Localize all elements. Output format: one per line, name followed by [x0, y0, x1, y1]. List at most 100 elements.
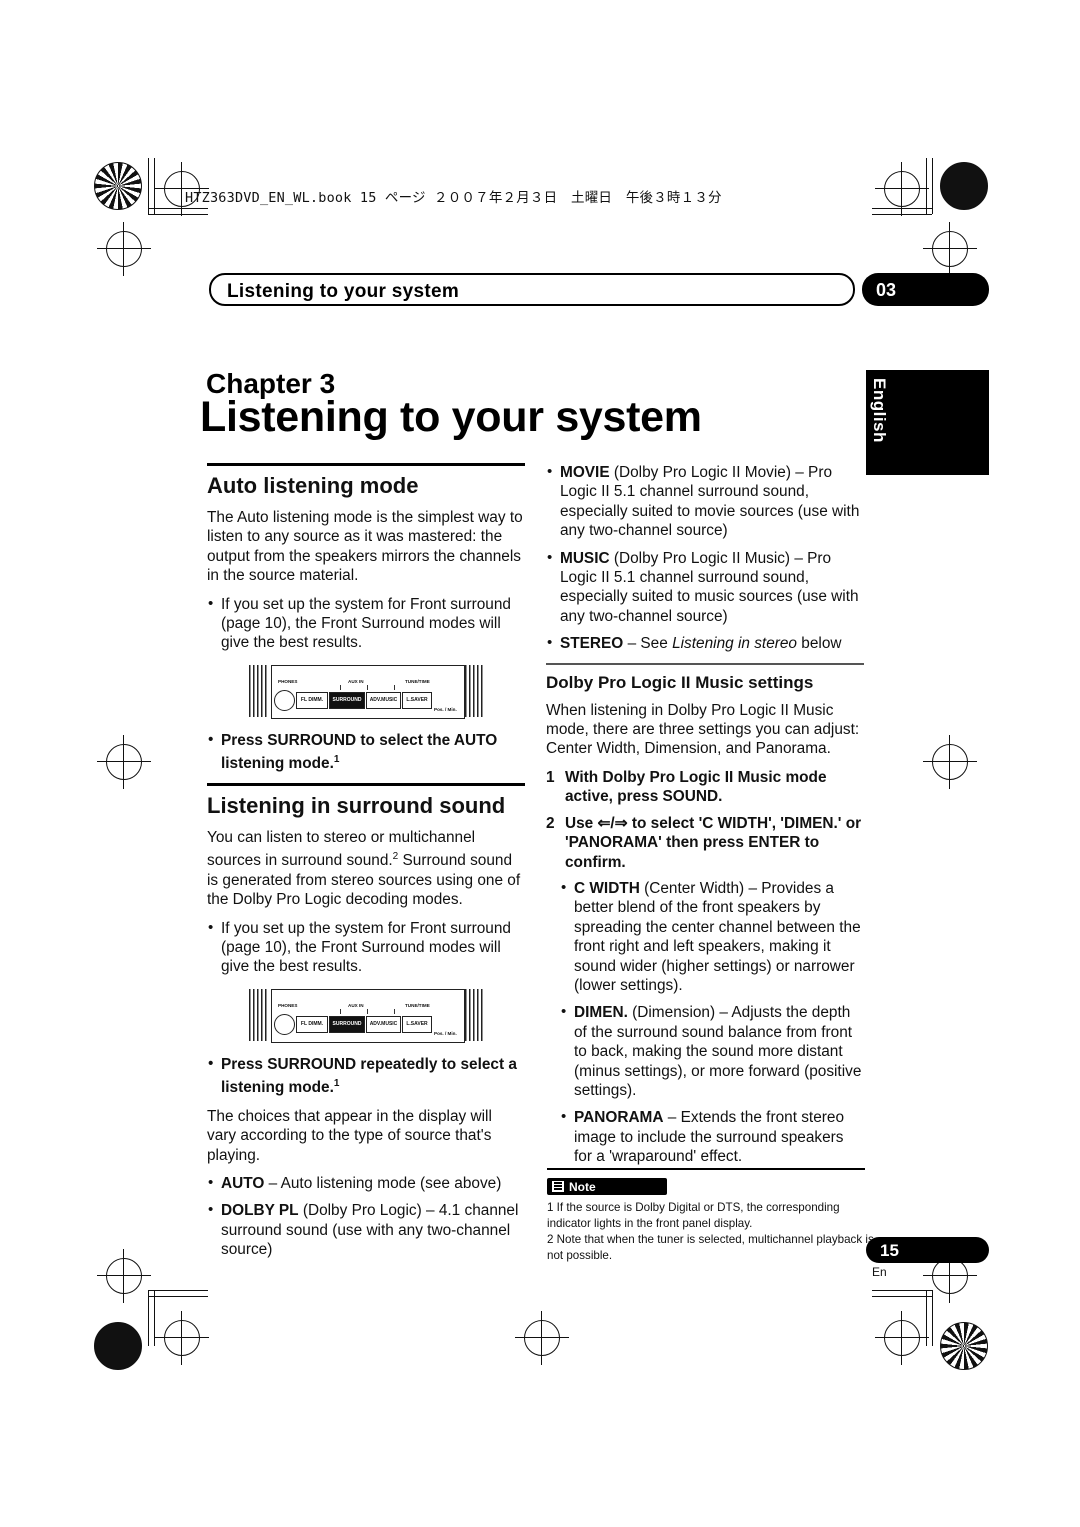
note-badge-label: Note — [569, 1180, 596, 1194]
panel-phones-jack — [274, 1013, 295, 1035]
page-number-label: 15 — [880, 1241, 899, 1260]
section-rule-2 — [207, 782, 525, 786]
surround-instruction: Press SURROUND repeatedly to select a li… — [207, 1054, 525, 1098]
section-heading-surround-sound: Listening in surround sound — [207, 792, 506, 818]
setting-desc: (Center Width) – Provides a better blend… — [574, 879, 861, 994]
list-item: If you set up the system for Front surro… — [207, 594, 525, 653]
panel-body: PHONES AUX IN TUNE/TIME FL DIMM. SURROUN… — [271, 664, 465, 719]
panel-label-tunetime: TUNE/TIME — [405, 1002, 430, 1008]
list-item: DOLBY PL (Dolby Pro Logic) – 4.1 channel… — [207, 1200, 525, 1259]
mode-name: MUSIC — [560, 549, 610, 567]
registration-rosette-top-left — [94, 162, 142, 210]
list-item: AUTO – Auto listening mode (see above) — [207, 1173, 525, 1193]
running-head-label: Listening to your system — [227, 281, 460, 302]
section-heading-plii-music-settings: Dolby Pro Logic II Music settings — [546, 672, 814, 692]
section-rule — [207, 463, 525, 466]
panel-button-l-saver: L.SAVER — [402, 691, 432, 709]
panel-button-fl-dimmer: FL DIMM. — [296, 691, 328, 709]
panel-button-fl-dimmer: FL DIMM. — [296, 1015, 328, 1033]
panel-left-grill — [249, 988, 269, 1041]
surround-body: You can listen to stereo or multichannel… — [207, 828, 525, 910]
registration-cross-top-right — [875, 162, 929, 216]
stereo-desc-italic: Listening in stereo — [672, 635, 797, 653]
list-item: MUSIC (Dolby Pro Logic II Music) – Pro L… — [546, 548, 864, 627]
section-heading-auto-listening: Auto listening mode — [207, 473, 419, 498]
file-header-line: HTZ363DVD_EN_WL.book 15 ページ ２００７年２月３日 土曜… — [185, 190, 722, 206]
step-2-text-a: Use — [565, 814, 598, 832]
registration-rosette-top-right — [940, 162, 988, 210]
setting-name: C WIDTH — [574, 879, 640, 897]
note-badge: Note — [547, 1178, 667, 1195]
plii-settings-list: C WIDTH (Center Width) – Provides a bett… — [546, 878, 864, 1167]
panel-button-surround: SURROUND — [329, 1015, 365, 1033]
step-1: 1 With Dolby Pro Logic II Music mode act… — [546, 768, 864, 807]
manual-page: HTZ363DVD_EN_WL.book 15 ページ ２００７年２月３日 土曜… — [0, 0, 1080, 1527]
panel-left-grill — [249, 664, 269, 717]
registration-cross-bottom-left — [155, 1311, 209, 1365]
panel-button-surround: SURROUND — [329, 691, 365, 709]
mode-name: MOVIE — [560, 464, 610, 481]
note-rule — [547, 1168, 865, 1170]
mode-desc: – Auto listening mode (see above) — [264, 1174, 502, 1192]
mode-name: DOLBY PL — [221, 1202, 299, 1220]
note-icon — [552, 1181, 564, 1192]
footnote-ref: 1 — [333, 754, 340, 766]
step-1-number: 1 — [546, 768, 555, 786]
setting-name: PANORAMA — [574, 1109, 664, 1127]
surround-body-c: The choices that appear in the display w… — [207, 1107, 492, 1164]
footnote-ref-3: 1 — [333, 1078, 340, 1090]
step-2-number: 2 — [546, 814, 555, 832]
auto-listening-instruction: Press SURROUND to select the AUTO listen… — [207, 730, 525, 774]
registration-cross-left-upper — [97, 222, 151, 276]
page-language-label: En — [872, 1265, 887, 1279]
front-panel-graphic-surround-auto: PHONES AUX IN TUNE/TIME FL DIMM. SURROUN… — [249, 664, 485, 719]
left-mode-list: AUTO – Auto listening mode (see above) D… — [207, 1173, 525, 1260]
list-item: DIMEN. (Dimension) – Adjusts the depth o… — [560, 1002, 864, 1100]
registration-cross-bottom-center — [515, 1311, 569, 1365]
left-column: Auto listening mode The Auto listening m… — [207, 463, 525, 1269]
panel-right-grill — [465, 988, 485, 1041]
chapter-number-label: 03 — [876, 280, 897, 300]
front-panel-graphic-surround-repeat: PHONES AUX IN TUNE/TIME FL DIMM. SURROUN… — [249, 988, 485, 1043]
surround-bullets: If you set up the system for Front surro… — [207, 918, 525, 977]
panel-label-tunetime: TUNE/TIME — [405, 678, 430, 684]
plii-music-body: When listening in Dolby Pro Logic II Mus… — [546, 701, 860, 758]
panel-body: PHONES AUX IN TUNE/TIME FL DIMM. SURROUN… — [271, 988, 465, 1043]
auto-listening-body: The Auto listening mode is the simplest … — [207, 509, 523, 585]
setting-name: DIMEN. — [574, 1004, 628, 1022]
right-mode-list: MOVIE (Dolby Pro Logic II Movie) – Pro L… — [546, 462, 864, 654]
panel-button-adv-music: ADV.MUSIC — [366, 691, 401, 709]
panel-label-pos-min: Pos. / Min. — [434, 706, 457, 712]
panel-phones-jack — [274, 689, 295, 711]
auto-listening-bullets: If you set up the system for Front surro… — [207, 594, 525, 653]
footnote-1: 1 If the source is Dolby Digital or DTS,… — [547, 1201, 840, 1230]
list-item: PANORAMA – Extends the front stereo imag… — [560, 1107, 864, 1166]
registration-cross-right-lower — [923, 1249, 977, 1303]
stereo-desc-b: below — [797, 635, 842, 653]
list-item: MOVIE (Dolby Pro Logic II Movie) – Pro L… — [546, 462, 864, 541]
language-side-tab-label: English — [870, 378, 889, 443]
list-item-stereo: STEREO – See Listening in stereo below — [546, 633, 864, 653]
panel-label-auxin: AUX IN — [348, 678, 364, 684]
panel-label-pos-min: Pos. / Min. — [434, 1030, 457, 1036]
step-2: 2 Use ⇐/⇒ to select 'C WIDTH', 'DIMEN.' … — [546, 814, 864, 872]
panel-right-grill — [465, 664, 485, 717]
surround-instruction-text: Press SURROUND repeatedly to select a li… — [221, 1055, 517, 1097]
registration-cross-right-upper — [923, 222, 977, 276]
panel-label-auxin: AUX IN — [348, 1002, 364, 1008]
running-head: Listening to your system — [209, 273, 855, 306]
panel-label-phones: PHONES — [278, 1002, 298, 1008]
list-item: If you set up the system for Front surro… — [207, 918, 525, 977]
registration-cross-left-middle — [97, 735, 151, 789]
panel-button-adv-music: ADV.MUSIC — [366, 1015, 401, 1033]
chapter-number-tab: 03 — [862, 273, 989, 306]
registration-cross-bottom-right — [875, 1311, 929, 1365]
footnote-2: 2 Note that when the tuner is selected, … — [547, 1233, 874, 1262]
registration-rosette-bottom-left — [94, 1322, 142, 1370]
section-rule-3 — [546, 662, 864, 665]
list-item: C WIDTH (Center Width) – Provides a bett… — [560, 878, 864, 995]
page-title: Listening to your system — [200, 393, 702, 441]
mode-name: AUTO — [221, 1174, 265, 1192]
registration-cross-left-lower — [97, 1249, 151, 1303]
right-column: MOVIE (Dolby Pro Logic II Movie) – Pro L… — [546, 462, 864, 1176]
